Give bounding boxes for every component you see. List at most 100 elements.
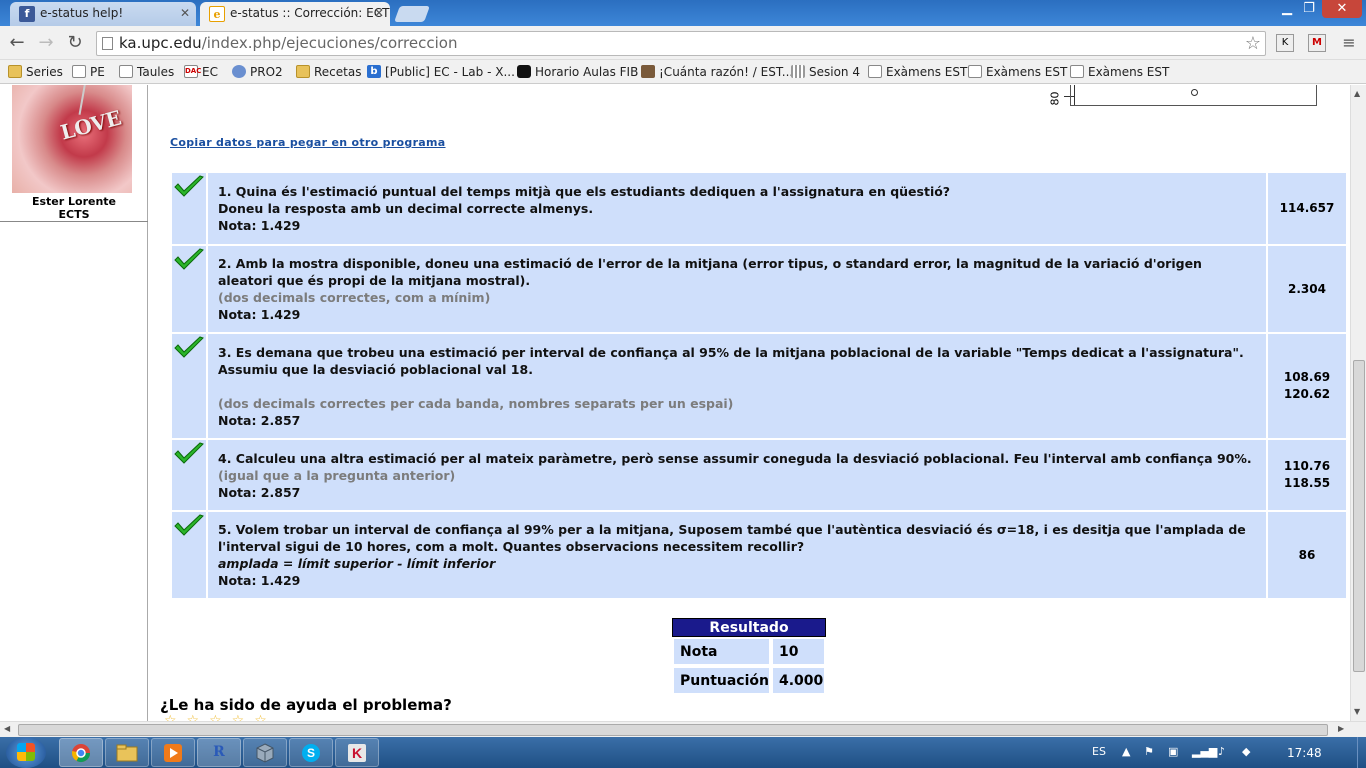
skype-icon[interactable]: S	[289, 738, 333, 767]
show-desktop-button[interactable]	[1357, 737, 1366, 768]
restore-icon[interactable]: ❐	[1292, 0, 1326, 18]
question-hint: (dos decimals correctes, com a mínim)	[218, 290, 491, 305]
virtualbox-icon[interactable]	[243, 738, 287, 767]
question-grade: Nota: 1.429	[218, 307, 301, 322]
bookmark-examens-est[interactable]: Exàmens EST	[866, 63, 967, 81]
back-icon[interactable]: ←	[6, 32, 28, 54]
answer-cell: 2.304	[1268, 246, 1346, 332]
bookmark-label: [Public] EC - Lab - X...	[385, 65, 515, 79]
page-icon	[119, 65, 133, 78]
answer-cell: 114.657	[1268, 173, 1346, 244]
tab-title: e-status help!	[40, 6, 124, 20]
kaspersky-icon[interactable]: K	[335, 738, 379, 767]
bookmark-examens-est[interactable]: Exàmens EST	[966, 63, 1067, 81]
answer-value: 110.76	[1283, 459, 1331, 473]
picture-icon	[641, 65, 655, 78]
window-close-icon[interactable]: ✕	[1322, 0, 1362, 18]
bookmark-ec[interactable]: DAC EC	[182, 63, 218, 81]
necklace-chain	[78, 85, 88, 115]
windows-logo-icon	[17, 743, 35, 761]
volume-icon[interactable]: ♪	[1218, 745, 1225, 758]
globe-icon	[232, 65, 246, 78]
show-hidden-icons-icon[interactable]: ▲	[1122, 745, 1130, 758]
answer-value: 120.62	[1283, 387, 1331, 401]
answer-value: 114.657	[1279, 201, 1335, 215]
scroll-left-icon[interactable]: ◀	[4, 724, 10, 733]
user-group: ECTS	[58, 208, 90, 221]
question-grade: Nota: 1.429	[218, 218, 301, 233]
bookmark-cuanta-razon[interactable]: ¡Cuánta razón! / EST...	[639, 63, 793, 81]
graph-fragment	[1070, 85, 1317, 106]
horizontal-scroll-thumb[interactable]	[18, 724, 1328, 736]
bookmark-pe[interactable]: PE	[70, 63, 105, 81]
ie-icon: e	[209, 6, 225, 22]
menu-icon[interactable]: ≡	[1338, 32, 1360, 54]
close-icon[interactable]: ✕	[374, 2, 384, 24]
bookmark-label: ¡Cuánta razón! / EST...	[659, 65, 794, 79]
bookmark-sesion4[interactable]: Sesion 4	[789, 63, 860, 81]
result-label: Nota	[672, 637, 771, 666]
result-header: Resultado	[672, 618, 826, 637]
chrome-icon[interactable]	[59, 738, 103, 767]
explorer-icon[interactable]	[105, 738, 149, 767]
question-row: 4. Calculeu una altra estimació per al m…	[172, 440, 1346, 510]
bookmark-examens-est[interactable]: Exàmens EST	[1068, 63, 1169, 81]
facebook-icon: f	[19, 6, 35, 22]
user-sidebar: LOVE Ester Lorente ECTS	[0, 85, 148, 721]
rating-stars[interactable]: ☆☆☆☆☆	[164, 713, 277, 721]
page-icon	[1070, 65, 1084, 78]
network-icon[interactable]: ▂▄▆	[1192, 745, 1217, 758]
result-label: Puntuación	[672, 666, 771, 695]
bookmark-star-icon[interactable]: ☆	[1245, 32, 1261, 55]
r-icon[interactable]: R	[197, 738, 241, 767]
correct-check-icon	[172, 173, 206, 244]
forward-icon[interactable]: →	[35, 32, 57, 54]
user-info: Ester Lorente ECTS	[0, 195, 148, 221]
avatar: LOVE	[12, 85, 132, 193]
dac-icon: DAC	[184, 65, 201, 78]
new-tab-button[interactable]	[394, 6, 430, 22]
answer-value: 86	[1298, 547, 1316, 562]
answer-cell: 110.76 118.55	[1268, 440, 1346, 510]
language-indicator[interactable]: ES	[1092, 745, 1106, 758]
svg-text:K: K	[352, 745, 362, 761]
answer-cell: 108.69 120.62	[1268, 334, 1346, 438]
tab-correccion[interactable]: e e-status :: Corrección: ECTS ✕	[200, 2, 390, 26]
tab-estatus-help[interactable]: f e-status help! ✕	[10, 2, 196, 26]
scroll-up-icon[interactable]: ▲	[1354, 89, 1360, 98]
bookmark-recetas[interactable]: Recetas	[294, 63, 361, 81]
answer-value: 118.55	[1283, 476, 1331, 490]
folder-icon	[8, 65, 22, 78]
start-button[interactable]	[6, 737, 46, 768]
flag-icon[interactable]: ⚑	[1144, 745, 1154, 758]
url-path: /index.php/ejecuciones/correccion	[201, 34, 458, 52]
scroll-right-icon[interactable]: ▶	[1338, 724, 1344, 733]
extension-kaspersky-icon[interactable]: M	[1308, 34, 1326, 52]
copy-data-link[interactable]: Copiar datos para pegar en otro programa	[170, 136, 446, 149]
page-icon	[102, 37, 113, 50]
bookmark-label: Horario Aulas FIB	[535, 65, 639, 79]
bookmark-horario-aulas[interactable]: Horario Aulas FIB	[515, 63, 638, 81]
bookmark-pro2[interactable]: PRO2	[230, 63, 283, 81]
horizontal-scrollbar[interactable]: ◀ ▶	[0, 721, 1366, 737]
question-grade: Nota: 2.857	[218, 412, 301, 428]
tab-title: e-status :: Corrección: ECTS	[230, 6, 390, 20]
bookmark-taules[interactable]: Taules	[117, 63, 174, 81]
reload-icon[interactable]: ↻	[64, 32, 86, 54]
scroll-down-icon[interactable]: ▼	[1354, 707, 1360, 716]
close-icon[interactable]: ✕	[180, 2, 190, 24]
clock[interactable]: 17:48	[1287, 746, 1322, 760]
vertical-scroll-thumb[interactable]	[1353, 360, 1365, 672]
extension-k-icon[interactable]: K	[1276, 34, 1294, 52]
bookmark-series[interactable]: Series	[6, 63, 63, 81]
page-icon	[72, 65, 86, 78]
address-bar[interactable]: ka.upc.edu/index.php/ejecuciones/correcc…	[96, 31, 1266, 56]
question-text-cell: 2. Amb la mostra disponible, doneu una e…	[208, 246, 1266, 332]
dropbox-icon[interactable]: ◆	[1242, 745, 1250, 758]
media-player-icon[interactable]	[151, 738, 195, 767]
bookmark-public-ec-lab[interactable]: b [Public] EC - Lab - X...	[365, 63, 515, 81]
vertical-scrollbar[interactable]: ▲ ▼	[1350, 85, 1366, 721]
power-icon[interactable]: ▣	[1168, 745, 1178, 758]
bookmark-label: Series	[26, 65, 63, 79]
